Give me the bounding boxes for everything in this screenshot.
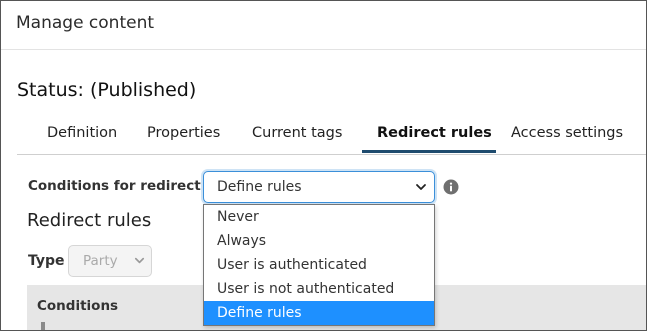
- conditions-for-redirect-label: Conditions for redirect: [28, 178, 201, 194]
- tab-properties[interactable]: Properties: [147, 125, 220, 141]
- tab-redirect-rules[interactable]: Redirect rules: [377, 125, 492, 141]
- type-select: Party: [68, 245, 152, 277]
- type-label: Type: [28, 253, 65, 269]
- tab-definition[interactable]: Definition: [47, 125, 117, 141]
- tab-bar: Definition Properties Current tags Redir…: [17, 118, 646, 155]
- info-circle-icon[interactable]: [443, 179, 459, 195]
- redirect-condition-select[interactable]: Define rules: [203, 171, 435, 203]
- chevron-down-icon: [416, 184, 426, 190]
- redirect-rules-heading: Redirect rules: [27, 210, 152, 231]
- tab-access-settings[interactable]: Access settings: [511, 125, 623, 141]
- chevron-down-icon: [134, 257, 145, 264]
- option-define-rules[interactable]: Define rules: [204, 301, 434, 325]
- status-heading: Status: (Published): [17, 79, 197, 101]
- type-select-value: Party: [83, 253, 118, 269]
- manage-content-dialog: Manage content Status: (Published) Defin…: [0, 0, 647, 331]
- condition-row-marker: [41, 322, 45, 330]
- tab-current-tags[interactable]: Current tags: [252, 125, 342, 141]
- option-user-is-authenticated[interactable]: User is authenticated: [204, 253, 434, 277]
- option-always[interactable]: Always: [204, 229, 434, 253]
- option-user-is-not-authenticated[interactable]: User is not authenticated: [204, 277, 434, 301]
- redirect-condition-value: Define rules: [217, 179, 302, 195]
- dialog-header: Manage content: [1, 1, 646, 50]
- active-tab-indicator: [362, 150, 496, 153]
- option-never[interactable]: Never: [204, 205, 434, 229]
- dialog-title: Manage content: [16, 13, 155, 33]
- conditions-label: Conditions: [37, 298, 119, 314]
- redirect-condition-dropdown: Never Always User is authenticated User …: [203, 204, 435, 326]
